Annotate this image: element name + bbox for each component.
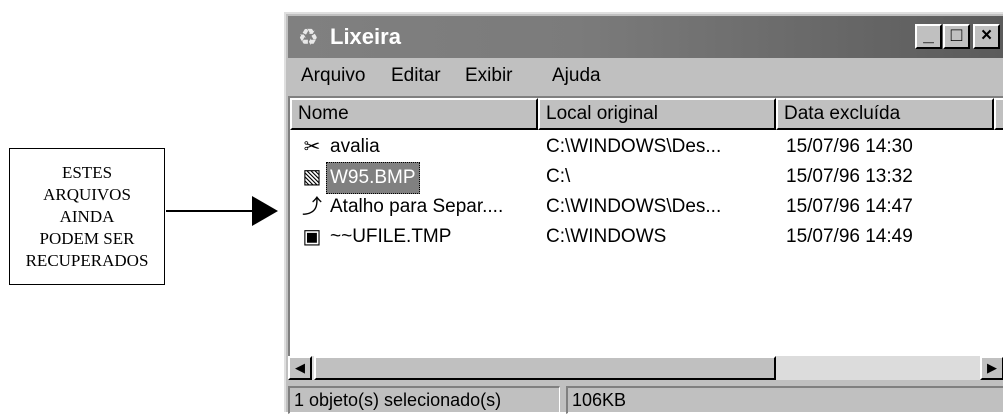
file-location: C:\WINDOWS <box>546 226 667 247</box>
list-item[interactable]: ▧ W95.BMP C:\ 15/07/96 13:32 <box>290 162 1003 194</box>
file-date: 15/07/96 14:47 <box>786 196 913 217</box>
file-name: W95.BMP <box>326 162 420 194</box>
tools-file-icon: ✂ <box>303 136 321 158</box>
scroll-right-button[interactable]: ▶ <box>980 356 1003 380</box>
annotation-line: AINDA <box>59 206 115 226</box>
file-date: 15/07/96 14:30 <box>786 136 913 157</box>
scroll-thumb[interactable] <box>314 356 776 380</box>
shortcut-file-icon: ⤴ <box>302 196 322 218</box>
minimize-icon: _ <box>923 25 934 46</box>
annotation-arrow-head <box>252 196 278 226</box>
file-list: Nome Local original Data excluída ✂ aval… <box>288 96 1003 362</box>
file-name: Atalho para Separ.... <box>330 196 504 217</box>
menu-bar: Arquivo Editar Exibir Ajuda <box>288 60 1003 94</box>
menu-arquivo[interactable]: Arquivo <box>301 62 365 90</box>
file-date: 15/07/96 13:32 <box>786 166 913 187</box>
menu-exibir[interactable]: Exibir <box>465 62 513 90</box>
close-icon: × <box>980 25 993 46</box>
file-location: C:\WINDOWS\Des... <box>546 136 722 157</box>
column-header-extra[interactable] <box>994 98 1003 130</box>
close-button[interactable]: × <box>973 24 1000 49</box>
status-selection: 1 objeto(s) selecionado(s) <box>288 386 560 414</box>
file-name: avalia <box>330 136 380 157</box>
recycle-bin-window: ♻ Lixeira _ □ × Arquivo Editar Exibir Aj… <box>284 12 1003 414</box>
menu-editar[interactable]: Editar <box>391 62 441 90</box>
menu-ajuda[interactable]: Ajuda <box>552 62 601 90</box>
bitmap-file-icon: ▧ <box>302 166 322 188</box>
horizontal-scrollbar[interactable]: ◀ ▶ <box>288 356 1003 380</box>
column-header-local-original[interactable]: Local original <box>538 98 776 130</box>
document-file-icon: ▣ <box>302 226 322 248</box>
title-bar[interactable]: ♻ Lixeira _ □ × <box>288 16 1003 58</box>
list-item[interactable]: ⤴ Atalho para Separ.... C:\WINDOWS\Des..… <box>290 192 1003 222</box>
scroll-left-button[interactable]: ◀ <box>288 356 312 380</box>
maximize-icon: □ <box>950 25 963 46</box>
annotation-arrow-line <box>166 210 256 212</box>
list-item[interactable]: ✂ avalia C:\WINDOWS\Des... 15/07/96 14:3… <box>290 132 1003 162</box>
column-header-data-excluida[interactable]: Data excluída <box>776 98 994 130</box>
column-header-nome[interactable]: Nome <box>290 98 538 130</box>
annotation-line: PODEM SER <box>39 228 135 248</box>
file-name: ~~UFILE.TMP <box>330 226 452 247</box>
status-bar: 1 objeto(s) selecionado(s) 106KB <box>288 384 1003 414</box>
minimize-button[interactable]: _ <box>915 24 942 49</box>
annotation-line: RECUPERADOS <box>25 250 149 270</box>
list-item[interactable]: ▣ ~~UFILE.TMP C:\WINDOWS 15/07/96 14:49 <box>290 222 1003 252</box>
annotation-box: ESTES ARQUIVOS AINDA PODEM SER RECUPERAD… <box>9 148 165 285</box>
maximize-button[interactable]: □ <box>943 24 970 49</box>
file-location: C:\ <box>546 166 571 187</box>
file-location: C:\WINDOWS\Des... <box>546 196 722 217</box>
arrow-left-icon: ◀ <box>295 360 305 375</box>
annotation-line: ARQUIVOS <box>43 184 131 204</box>
arrow-right-icon: ▶ <box>987 360 997 375</box>
window-title: Lixeira <box>330 24 401 49</box>
recycle-bin-icon: ♻ <box>298 24 319 50</box>
annotation-line: ESTES <box>61 162 113 182</box>
status-size: 106KB <box>566 386 1003 414</box>
file-date: 15/07/96 14:49 <box>786 226 913 247</box>
